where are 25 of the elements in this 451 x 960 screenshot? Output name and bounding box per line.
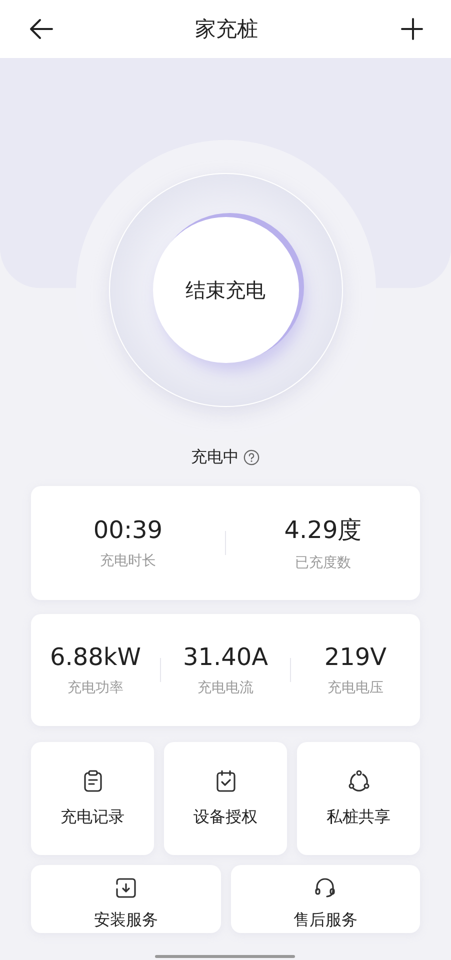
back-icon[interactable] [28,18,54,40]
stat-value: 6.88kW [50,643,142,671]
stop-charging-button[interactable]: 结束充电 [152,217,298,363]
stat-value: 00:39 [93,516,163,544]
service-tile[interactable]: 私桩共享 [297,742,420,855]
service-tile[interactable]: 售后服务 [230,865,420,933]
stat-value: 31.40A [182,643,268,671]
stat-label: 已充度数 [295,554,351,572]
plus-icon[interactable] [399,17,423,41]
share-icon [346,769,370,793]
stat-label: 充电功率 [68,679,124,697]
stat-value: 4.29度 [284,515,362,546]
service-tile[interactable]: 设备授权 [164,742,287,855]
stat-label: 充电电流 [198,679,254,697]
stat-value: 219V [324,643,387,671]
stat-label: 充电时长 [100,552,156,570]
charging-status: 充电中 [191,446,239,468]
service-tile[interactable]: 安装服务 [31,865,220,933]
stat-label: 充电电压 [328,679,384,697]
headset-icon [313,876,338,900]
service-tile[interactable]: 充电记录 [31,742,154,855]
page-title: 家充桩 [195,16,258,43]
help-icon[interactable] [243,448,260,466]
download-box-icon [114,876,138,900]
calendar-check-icon [214,769,238,793]
